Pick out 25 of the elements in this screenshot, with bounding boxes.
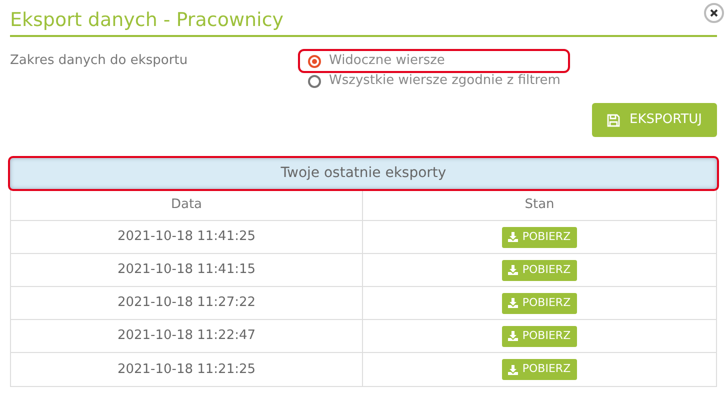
download-button[interactable]: POBIERZ [502,359,577,380]
save-icon [606,114,620,126]
download-icon [508,265,518,275]
download-icon [508,232,518,242]
download-button[interactable]: POBIERZ [502,226,577,248]
close-button[interactable] [704,3,724,23]
download-button[interactable]: POBIERZ [502,326,577,346]
date-cell: 2021-10-18 11:22:47 [11,320,363,352]
date-cell: 2021-10-18 11:21:25 [11,353,363,386]
download-icon [508,298,518,308]
date-cell: 2021-10-18 11:41:15 [11,254,363,286]
radio-option[interactable]: Wszystkie wiersze zgodnie z filtrem [300,71,568,91]
export-button[interactable]: EKSPORTUJ [592,103,717,137]
download-icon [508,331,518,341]
download-button[interactable]: POBIERZ [502,260,577,280]
section-header: Twoje ostatnie eksporty [10,158,717,189]
close-icon [710,9,718,17]
column-header: Data [11,189,363,220]
date-cell: 2021-10-18 11:41:25 [11,221,363,253]
download-button[interactable]: POBIERZ [502,292,577,314]
download-icon [508,364,518,374]
radio-option[interactable]: Widoczne wiersze [300,51,568,71]
column-header: Stan [524,196,556,214]
date-cell: 2021-10-18 11:27:22 [11,287,363,319]
range-label: Zakres danych do eksportu [10,52,189,70]
